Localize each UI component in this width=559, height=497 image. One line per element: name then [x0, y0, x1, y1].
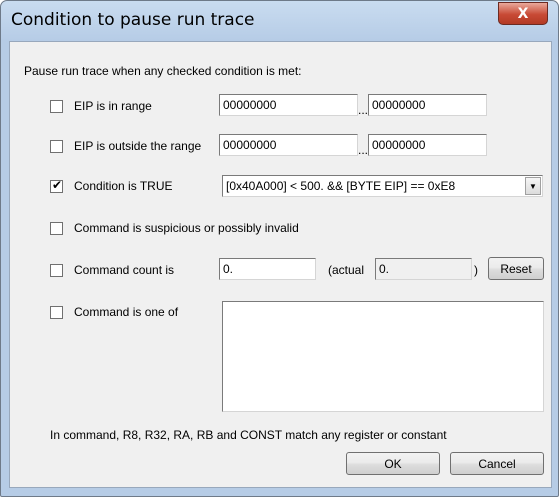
eip-outside-checkbox[interactable]	[50, 140, 63, 153]
eip-in-range-from-field[interactable]: 00000000	[219, 94, 358, 116]
close-button[interactable]: X	[498, 2, 548, 25]
title-bar[interactable]: Condition to pause run trace X	[1, 1, 558, 41]
eip-in-range-checkbox[interactable]	[50, 100, 63, 113]
footnote-text: In command, R8, R32, RA, RB and CONST ma…	[50, 428, 447, 442]
dialog-window: Condition to pause run trace X Pause run…	[0, 0, 559, 497]
actual-count-suffix: )	[474, 263, 478, 277]
reset-button[interactable]: Reset	[488, 257, 544, 280]
eip-in-range-to-field[interactable]: 00000000	[368, 94, 487, 116]
actual-count-prefix: (actual	[328, 263, 365, 277]
chevron-down-icon[interactable]: ▼	[525, 177, 541, 195]
condition-expression-text: [0x40A000] < 500. && [BYTE EIP] == 0xE8	[226, 179, 456, 193]
condition-true-checkbox[interactable]: ✔	[50, 178, 63, 193]
command-count-field[interactable]: 0.	[219, 258, 316, 280]
ok-button[interactable]: OK	[346, 452, 440, 475]
suspicious-command-checkbox[interactable]	[50, 222, 63, 235]
eip-in-range-label: EIP is in range	[74, 99, 152, 113]
dialog-title: Condition to pause run trace	[11, 10, 255, 30]
command-one-of-label: Command is one of	[74, 305, 179, 319]
eip-outside-label: EIP is outside the range	[74, 139, 202, 153]
suspicious-command-label: Command is suspicious or possibly invali…	[74, 221, 299, 235]
condition-expression-combobox[interactable]: [0x40A000] < 500. && [BYTE EIP] == 0xE8 …	[222, 175, 543, 197]
close-icon: X	[517, 5, 529, 22]
range-separator: ...	[358, 143, 369, 157]
range-separator: ...	[358, 103, 369, 117]
command-count-checkbox[interactable]	[50, 264, 63, 277]
eip-outside-to-field[interactable]: 00000000	[368, 134, 487, 156]
eip-outside-from-field[interactable]: 00000000	[219, 134, 358, 156]
command-one-of-checkbox[interactable]	[50, 306, 63, 319]
command-list-textarea[interactable]	[222, 301, 544, 412]
dialog-body: Pause run trace when any checked conditi…	[9, 41, 552, 488]
checkmark-icon: ✔	[52, 178, 63, 192]
cancel-button[interactable]: Cancel	[450, 452, 544, 475]
command-count-label: Command count is	[74, 263, 175, 277]
condition-true-label: Condition is TRUE	[74, 179, 173, 193]
intro-label: Pause run trace when any checked conditi…	[24, 64, 302, 78]
actual-count-field: 0.	[375, 258, 472, 280]
